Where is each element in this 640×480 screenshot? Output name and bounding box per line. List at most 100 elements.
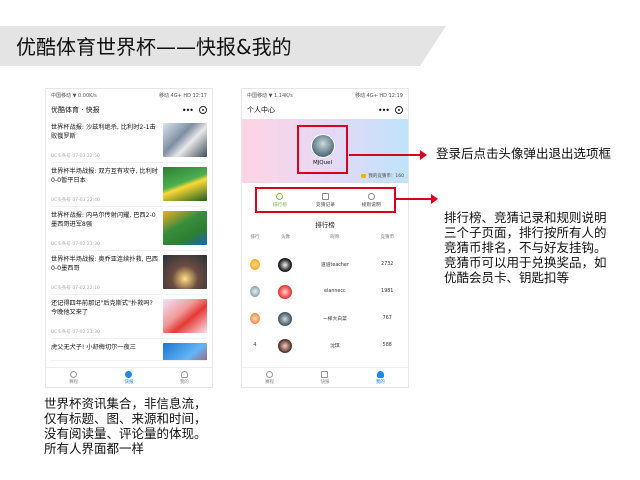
avatar-annotation: 登录后点击头像弹出退出选项框 — [436, 146, 612, 161]
table-row: 道道teacher 2732 — [242, 251, 408, 278]
more-dots-icon[interactable]: ••• — [378, 106, 390, 115]
player-coins: 767 — [382, 316, 392, 321]
news-title: 世界杯战报: 沙兹利绝杀, 比利时2-1击败俄罗斯 — [51, 124, 156, 140]
status-left: 中国移动 ▼ 1.14K/s — [247, 92, 293, 99]
news-meta: UC头条号 07-03 22:40 — [51, 198, 100, 203]
news-meta: UC头条号 07-02 21:30 — [51, 330, 100, 335]
tab-schedule[interactable]: 赛程 — [242, 368, 297, 387]
tab-mine[interactable]: 我的 — [353, 368, 408, 387]
news-title: 世界杯半场战报: 双方互有攻守, 比利时0-0暂平日本 — [51, 168, 158, 184]
player-name: 道道teacher — [320, 263, 349, 268]
bronze-medal-icon — [249, 313, 260, 324]
tab-news[interactable]: 快报 — [297, 368, 352, 387]
trophy-icon — [276, 192, 284, 200]
table-row: 一梯大白菜 767 — [242, 305, 408, 332]
subtabs-annotation: 排行榜、竞猜记录和规则说明三个子页面，排行按所有人的竞猜币排名，不与好友挂钩。竞… — [444, 210, 607, 285]
news-icon — [321, 370, 329, 378]
news-thumbnail — [163, 343, 207, 360]
trophy-icon — [70, 370, 78, 378]
news-phone-screen: 中国移动 ▼ 0.00K/s 移动 4G+ HD 12:17 优酷体育 · 快报… — [45, 88, 213, 388]
avatar-highlight-box[interactable]: MJQuel — [297, 125, 348, 174]
news-thumbnail — [163, 255, 207, 289]
target-circle-icon[interactable] — [395, 106, 403, 114]
tab-label: 我的 — [179, 379, 189, 385]
status-bar: 中国移动 ▼ 1.14K/s 移动 4G+ HD 12:19 — [242, 89, 408, 101]
leaderboard-header: 排行 头像 昵称 竞猜币 — [242, 234, 408, 240]
tab-label: 快报 — [320, 379, 330, 385]
nav-bar: 个人中心 ••• — [242, 101, 408, 119]
player-name: 一梯大白菜 — [322, 317, 347, 322]
subtab-label: 规则说明 — [361, 202, 381, 208]
slide-title: 优酷体育世界杯——快报&我的 — [16, 35, 292, 59]
coins-label: 我的竞猜币：160 — [368, 174, 404, 179]
column-header: 昵称 — [330, 235, 340, 240]
bottom-tab-bar: 赛程 快报 我的 — [242, 367, 408, 387]
news-thumbnail — [163, 167, 207, 201]
news-title: 世界杯战报: 内马尔传射闪耀, 巴西2-0墨西哥进军8强 — [51, 212, 156, 228]
news-item[interactable]: 世界杯战报: 内马尔传射闪耀, 巴西2-0墨西哥进军8强 UC头条号 07-02 … — [51, 207, 207, 251]
news-item[interactable]: 世界杯战报: 沙兹利绝杀, 比利时2-1击败俄罗斯 UC头条号 07-03 22:… — [51, 119, 207, 163]
subtab-leaderboard[interactable]: 排行榜 — [257, 189, 303, 211]
status-bar: 中国移动 ▼ 0.00K/s 移动 4G+ HD 12:17 — [46, 89, 212, 101]
news-item[interactable]: 世界杯半场战报: 双方互有攻守, 比利时0-0暂平日本 UC头条号 07-03 2… — [51, 163, 207, 207]
news-annotation: 世界杯资讯集合，非信息流，仅有标题、图、来源和时间，没有阅读量、评论量的体现。所… — [44, 396, 207, 456]
news-meta: UC头条号 07-03 22:50 — [51, 154, 100, 159]
news-icon — [125, 370, 133, 378]
player-coins: 588 — [382, 343, 392, 348]
more-dots-icon[interactable]: ••• — [182, 106, 194, 115]
tab-label: 我的 — [375, 379, 385, 385]
tab-news[interactable]: 快报 — [101, 368, 156, 387]
tab-schedule[interactable]: 赛程 — [46, 368, 101, 387]
news-item[interactable]: 世界杯半场战报: 奥乔亚连续扑救, 巴西0-0墨西哥 UC头条号 07-02 22… — [51, 251, 207, 295]
tab-label: 赛程 — [265, 379, 275, 385]
news-item[interactable]: 还记得四年前那记"后克斯式"扑救吗? 今晚他又来了 UC头条号 07-02 21:… — [51, 295, 207, 339]
subtab-label: 排行榜 — [272, 202, 288, 208]
player-coins: 2732 — [381, 262, 394, 267]
news-title: 还记得四年前那记"后克斯式"扑救吗? 今晚他又来了 — [51, 300, 153, 316]
trophy-icon — [266, 370, 274, 378]
arrow-right-icon — [396, 194, 438, 204]
profile-header: MJQuel 我的竞猜币：160 — [242, 119, 408, 183]
nav-bar: 优酷体育 · 快报 ••• — [46, 101, 212, 119]
column-header: 排行 — [250, 235, 260, 240]
slide-title-band: 优酷体育世界杯——快报&我的 — [0, 26, 446, 66]
arrow-right-icon — [349, 150, 427, 160]
player-coins: 1981 — [381, 289, 394, 294]
player-name: 沈琪 — [330, 344, 340, 349]
news-item[interactable]: 虎父无犬子! 小舒梅切尔一夜三 — [51, 339, 207, 361]
news-thumbnail — [163, 299, 207, 333]
status-right: 移动 4G+ HD 12:17 — [158, 92, 207, 99]
leaderboard-title: 排行榜 — [315, 221, 335, 229]
profile-icon — [180, 370, 188, 378]
news-meta: UC头条号 07-02 23:30 — [51, 242, 100, 247]
status-left: 中国移动 ▼ 0.00K/s — [51, 92, 97, 99]
avatar — [278, 257, 293, 272]
tab-mine[interactable]: 我的 — [157, 368, 212, 387]
news-title: 虎父无犬子! 小舒梅切尔一夜三 — [51, 344, 136, 351]
avatar — [278, 284, 293, 299]
target-circle-icon[interactable] — [199, 106, 207, 114]
player-name: elannecc — [324, 289, 346, 294]
avatar[interactable] — [310, 133, 335, 158]
column-header: 头像 — [280, 235, 290, 240]
subtab-guess-record[interactable]: 竞猜记录 — [303, 189, 349, 211]
question-icon — [367, 192, 375, 200]
avatar — [278, 338, 293, 353]
bottom-tab-bar: 赛程 快报 我的 — [46, 367, 212, 387]
news-meta: UC头条号 07-02 22:10 — [51, 286, 100, 291]
subtab-label: 竞猜记录 — [315, 202, 336, 208]
silver-medal-icon — [249, 286, 260, 297]
gold-medal-icon — [249, 259, 260, 270]
subtab-rules[interactable]: 规则说明 — [348, 189, 394, 211]
news-thumbnail — [163, 123, 207, 157]
nav-title: 个人中心 — [247, 106, 275, 114]
subtabs-highlight-box: 排行榜 竞猜记录 规则说明 — [255, 187, 396, 213]
user-name: MJQuel — [312, 159, 333, 166]
status-right: 移动 4G+ HD 12:19 — [354, 92, 403, 99]
record-icon — [322, 192, 329, 200]
news-list: 世界杯战报: 沙兹利绝杀, 比利时2-1击败俄罗斯 UC头条号 07-03 22:… — [46, 119, 212, 361]
rank-number: 4 — [253, 343, 257, 348]
news-thumbnail — [163, 211, 207, 245]
avatar — [278, 311, 293, 326]
coin-icon — [361, 174, 367, 178]
